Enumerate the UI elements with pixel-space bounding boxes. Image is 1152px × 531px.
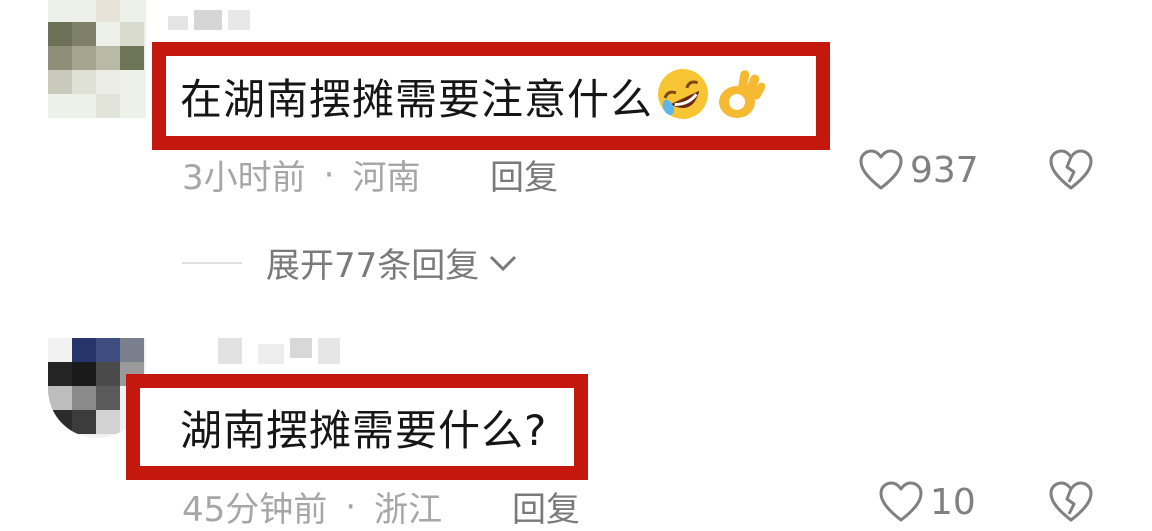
avatar-mosaic-tile	[48, 70, 72, 94]
avatar-mosaic-tile	[48, 386, 72, 410]
username-redacted[interactable]	[218, 338, 340, 364]
avatar-mosaic-tile	[120, 46, 144, 70]
expand-replies-label: 展开77条回复	[266, 246, 480, 286]
chevron-down-icon	[490, 255, 517, 271]
comment-text: 在湖南摆摊需要注意什么	[180, 74, 654, 124]
avatar-mosaic-tile	[72, 46, 96, 70]
comment-time: 3小时前	[182, 158, 306, 198]
username-mosaic-block	[218, 338, 242, 364]
avatar-mosaic-tile	[120, 22, 144, 46]
avatar-mosaic-tile	[72, 70, 96, 94]
avatar-mosaic-tile	[96, 386, 120, 410]
avatar-mosaic-tile	[96, 94, 120, 118]
avatar[interactable]	[48, 0, 146, 118]
avatar-mosaic-tile	[48, 362, 72, 386]
comment-highlight-box: 湖南摆摊需要什么?	[126, 374, 588, 480]
avatar-mosaic-tile	[96, 70, 120, 94]
avatar-mosaic-tile	[48, 22, 72, 46]
comment-text: 湖南摆摊需要什么?	[180, 405, 548, 455]
avatar-mosaic-tile	[48, 410, 72, 434]
comment-location: 浙江	[374, 490, 443, 530]
avatar-mosaic-tile	[48, 46, 72, 70]
username-redacted[interactable]	[168, 10, 250, 30]
avatar-mosaic-tile	[96, 338, 120, 362]
expand-divider-line	[182, 261, 242, 264]
rolling-on-floor-laughing-emoji	[655, 66, 711, 126]
avatar-mosaic-tile	[96, 46, 120, 70]
avatar-mosaic-tile	[96, 362, 120, 386]
like-count: 937	[910, 149, 979, 191]
username-mosaic-block	[258, 344, 284, 364]
avatar-mosaic-tile	[72, 362, 96, 386]
avatar-mosaic-tile	[120, 338, 144, 362]
meta-separator: ·	[323, 154, 335, 195]
avatar-mosaic-tile	[96, 410, 120, 434]
reply-button[interactable]: 回复	[512, 482, 580, 531]
expand-replies-button[interactable]: 展开77条回复	[182, 238, 519, 287]
heart-outline-icon	[879, 481, 923, 522]
dislike-button[interactable]	[1048, 148, 1094, 196]
comment-meta: 45分钟前 · 浙江	[182, 482, 442, 531]
username-mosaic-block	[168, 16, 188, 30]
username-mosaic-block	[194, 10, 222, 30]
like-count: 10	[930, 481, 976, 523]
reply-button[interactable]: 回复	[490, 150, 558, 199]
username-mosaic-block	[318, 338, 340, 364]
comment-time: 45分钟前	[182, 490, 328, 530]
broken-heart-icon	[1049, 481, 1093, 522]
avatar-mosaic-tile	[96, 0, 120, 22]
ok-hand-emoji	[715, 66, 766, 126]
comment-location: 河南	[352, 158, 421, 198]
dislike-button[interactable]	[1048, 480, 1094, 528]
avatar-mosaic-tile	[72, 22, 96, 46]
broken-heart-icon	[1049, 149, 1093, 190]
username-mosaic-block	[290, 338, 312, 358]
comment-highlight-box: 在湖南摆摊需要注意什么	[152, 42, 830, 150]
username-mosaic-block	[228, 10, 250, 30]
like-button[interactable]: 10	[878, 480, 976, 524]
avatar-mosaic-tile	[72, 386, 96, 410]
comment-meta: 3小时前 · 河南	[182, 150, 420, 199]
like-button[interactable]: 937	[858, 148, 979, 192]
meta-separator: ·	[345, 486, 357, 527]
heart-outline-icon	[859, 149, 903, 190]
avatar-mosaic-tile	[72, 410, 96, 434]
avatar-mosaic-tile	[72, 338, 96, 362]
